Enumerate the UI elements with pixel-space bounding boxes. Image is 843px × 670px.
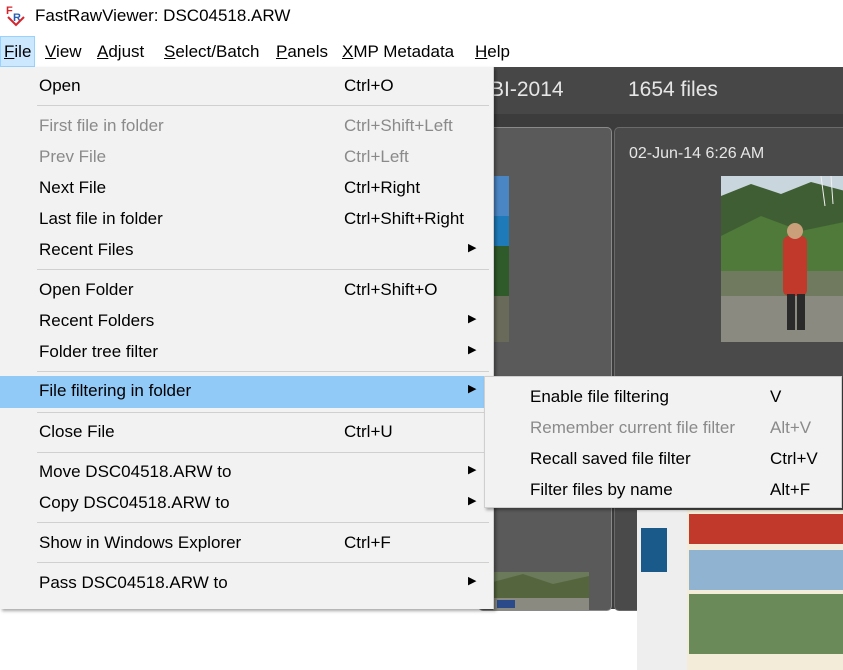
thumbnail-date: 02-Jun-14 6:26 AM <box>629 145 765 162</box>
file-filtering-submenu: Enable file filtering V Remember current… <box>484 376 842 508</box>
menu-separator <box>37 562 489 563</box>
menu-close-file[interactable]: Close File Ctrl+U <box>0 417 490 448</box>
menu-separator <box>37 371 489 372</box>
svg-text:F: F <box>6 5 13 17</box>
menu-help[interactable]: Help <box>472 36 513 67</box>
title-bar: F R FastRawViewer: DSC04518.ARW <box>0 0 843 36</box>
menu-separator <box>37 452 489 453</box>
folder-name: BI-2014 <box>490 78 564 101</box>
menu-show-in-windows-explorer[interactable]: Show in Windows Explorer Ctrl+F <box>0 528 490 559</box>
thumbnail-image <box>493 572 589 610</box>
file-menu-dropdown: Open Ctrl+O First file in folder Ctrl+Sh… <box>0 67 494 609</box>
triangle-right-icon: ▶ <box>468 313 477 325</box>
menu-open[interactable]: Open Ctrl+O <box>0 71 490 102</box>
menu-recall-saved-file-filter[interactable]: Recall saved file filter Ctrl+V <box>485 444 841 475</box>
triangle-right-icon: ▶ <box>468 383 477 395</box>
menu-open-folder[interactable]: Open Folder Ctrl+Shift+O <box>0 275 490 306</box>
menu-remember-current-file-filter[interactable]: Remember current file filter Alt+V <box>485 413 841 444</box>
menu-move-file-to[interactable]: Move DSC04518.ARW to ▶ <box>0 457 490 488</box>
triangle-right-icon: ▶ <box>468 575 477 587</box>
menu-separator <box>37 105 489 106</box>
menu-separator <box>37 522 489 523</box>
menu-adjust[interactable]: Adjust <box>94 36 147 67</box>
menu-enable-file-filtering[interactable]: Enable file filtering V <box>485 382 841 413</box>
menu-recent-folders[interactable]: Recent Folders ▶ <box>0 306 490 337</box>
file-count: 1654 files <box>628 78 718 101</box>
triangle-right-icon: ▶ <box>468 344 477 356</box>
menu-recent-files[interactable]: Recent Files ▶ <box>0 235 490 266</box>
triangle-right-icon: ▶ <box>468 495 477 507</box>
app-logo-icon: F R <box>6 5 25 27</box>
thumbnail-image <box>721 176 843 342</box>
menu-panels[interactable]: Panels <box>273 36 331 67</box>
window-title: FastRawViewer: DSC04518.ARW <box>35 6 291 25</box>
menu-xmp-metadata[interactable]: XMP Metadata <box>339 36 457 67</box>
menu-separator <box>37 412 489 413</box>
menu-pass-file-to[interactable]: Pass DSC04518.ARW to ▶ <box>0 568 490 599</box>
menu-select-batch[interactable]: Select/Batch <box>161 36 262 67</box>
triangle-right-icon: ▶ <box>468 464 477 476</box>
thumbnail-card[interactable]: 02-Jun-14 6:26 AM <box>614 127 843 670</box>
menu-separator <box>37 269 489 270</box>
menu-first-file-in-folder[interactable]: First file in folder Ctrl+Shift+Left <box>0 111 490 142</box>
thumbnail-image <box>493 176 509 342</box>
menu-copy-file-to[interactable]: Copy DSC04518.ARW to ▶ <box>0 488 490 519</box>
menu-filter-files-by-name[interactable]: Filter files by name Alt+F <box>485 475 841 506</box>
menu-prev-file[interactable]: Prev File Ctrl+Left <box>0 142 490 173</box>
menu-file[interactable]: File <box>0 36 36 67</box>
thumbnail-image <box>637 510 843 670</box>
menu-last-file-in-folder[interactable]: Last file in folder Ctrl+Shift+Right <box>0 204 490 235</box>
menu-bar: File View Adjust Select/Batch Panels XMP… <box>0 36 843 67</box>
menu-view[interactable]: View <box>42 36 85 67</box>
thumbnail-card-selected[interactable] <box>478 127 612 611</box>
menu-file-filtering-in-folder[interactable]: File filtering in folder ▶ <box>0 376 490 408</box>
triangle-right-icon: ▶ <box>468 242 477 254</box>
menu-next-file[interactable]: Next File Ctrl+Right <box>0 173 490 204</box>
menu-folder-tree-filter[interactable]: Folder tree filter ▶ <box>0 337 490 368</box>
